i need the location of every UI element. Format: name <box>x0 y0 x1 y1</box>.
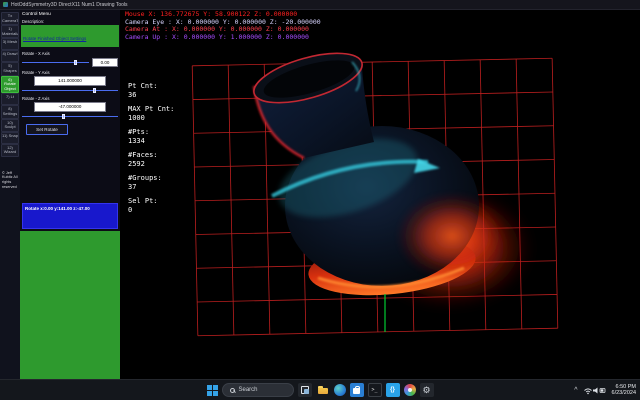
stat-label: Pt Cnt: <box>128 82 174 91</box>
scene-canvas <box>120 10 640 379</box>
tool-rail: Tx CameraTicket1) Materialize3) Mesh4) D… <box>0 10 20 379</box>
rail-item-1-materialize[interactable]: 1) Materialize <box>1 25 19 38</box>
rail-item-6-rotate-object[interactable]: 6) Rotate Object <box>1 76 19 94</box>
taskbar-task-view[interactable] <box>298 383 312 397</box>
control-panel: Control Menu Description: Rotate Finishe… <box>20 10 120 379</box>
stat-item: MAX Pt Cnt:1000 <box>128 105 174 123</box>
stat-label: MAX Pt Cnt: <box>128 105 174 114</box>
rotate-z-label: Rotate - Z Axis <box>20 94 120 101</box>
stat-item: Pt Cnt:36 <box>128 82 174 100</box>
model-stats: Pt Cnt:36 MAX Pt Cnt:1000 #Pts:1334 #Faces:… <box>128 82 174 220</box>
tray-status-icons[interactable] <box>583 385 607 395</box>
titlebar: HotOddSymmetry3D DirectX11 Num1 Drawing … <box>0 0 640 10</box>
stat-value: 1000 <box>128 114 174 123</box>
description-link[interactable]: Rotate Finished Object Settings <box>23 36 86 41</box>
stat-value: 37 <box>128 183 174 192</box>
stat-value: 2592 <box>128 160 174 169</box>
rail-item-4-draw[interactable]: 4) Draw! <box>1 50 19 62</box>
sidebar: Tx CameraTicket1) Materialize3) Mesh4) D… <box>0 10 120 379</box>
taskbar-settings[interactable]: ⚙ <box>420 383 434 397</box>
stat-item: Sel Pt:0 <box>128 197 174 215</box>
camera-up-label: Camera Up : <box>125 33 168 41</box>
hidden-icons-chevron[interactable]: ^ <box>574 387 577 394</box>
stat-item: #Pts:1334 <box>128 128 174 146</box>
rail-item-11-snap[interactable]: 11) Snap <box>1 132 19 144</box>
description-label: Description: <box>20 18 120 24</box>
wifi-icon <box>587 393 589 395</box>
panel-green-area <box>20 231 120 379</box>
taskbar-search[interactable]: Search <box>222 383 294 397</box>
set-rotate-button[interactable]: Set Rotate <box>26 124 68 135</box>
taskbar-edge[interactable] <box>334 384 346 396</box>
volume-icon <box>593 388 598 394</box>
rotate-y-slider[interactable] <box>22 88 118 93</box>
rail-item-7-lt[interactable]: 7) Lt <box>1 93 19 105</box>
rotate-z-value[interactable]: -47.000000 <box>34 102 106 112</box>
taskbar-clock[interactable]: 6:50 PM 6/23/2024 <box>612 384 636 397</box>
stat-value: 1334 <box>128 137 174 146</box>
rail-item-12-wizard[interactable]: 12) Wizard <box>1 144 19 157</box>
rotate-y-label: Rotate - Y Axis <box>20 68 120 75</box>
taskbar-code[interactable]: {} <box>386 383 400 397</box>
taskbar-photos[interactable] <box>404 384 416 396</box>
system-tray: ^ 6:50 PM 6/23/2024 <box>574 380 636 400</box>
camera-up-coords: X: 0.000000 Y: 1.000000 Z: 0.000000 <box>172 33 309 41</box>
viewport-3d[interactable]: Mouse X: 136.772675 Y: 58.900122 Z: 0.00… <box>120 10 640 379</box>
rotate-x-slider[interactable] <box>22 60 89 65</box>
taskbar: Search >_ {} ⚙ ^ 6:50 PM 6/23/2024 <box>0 379 640 400</box>
start-button[interactable] <box>207 385 218 396</box>
clock-date: 6/23/2024 <box>612 390 636 397</box>
stat-value: 0 <box>128 206 174 215</box>
search-label: Search <box>239 387 258 393</box>
stat-label: #Faces: <box>128 151 174 160</box>
rail-item-5-shapes[interactable]: 5) Shapes <box>1 62 19 75</box>
description-box: Rotate Finished Object Settings <box>21 25 119 47</box>
control-menu-title: Control Menu <box>20 10 120 18</box>
rail-item-tx-cameraticket[interactable]: Tx CameraTicket <box>1 12 19 25</box>
stat-item: #Groups:37 <box>128 174 174 192</box>
rotate-x-label: Rotate - X Axis <box>20 49 120 56</box>
search-icon <box>230 388 235 393</box>
window-title: HotOddSymmetry3D DirectX11 Num1 Drawing … <box>11 2 128 8</box>
rotate-status-box: Rotate x:0.00 y:141.00 z:-47.00 <box>22 203 118 229</box>
app-window: HotOddSymmetry3D DirectX11 Num1 Drawing … <box>0 0 640 400</box>
stat-item: #Faces:2592 <box>128 151 174 169</box>
taskbar-store[interactable] <box>350 383 364 397</box>
rail-item-3-mesh[interactable]: 3) Mesh <box>1 38 19 50</box>
rail-item-10-sculpt[interactable]: 10) Sculpt <box>1 119 19 132</box>
rotate-y-value[interactable]: 141.000000 <box>34 76 106 86</box>
copyright-text: © Jeff Kubitz All rights reserved <box>1 171 19 189</box>
rail-item-8-settings[interactable]: 8) Settings <box>1 105 19 118</box>
hud-readout: Mouse X: 136.772675 Y: 58.900122 Z: 0.00… <box>125 11 321 41</box>
stat-label: #Pts: <box>128 128 174 137</box>
model-object <box>249 43 532 308</box>
taskbar-file-explorer[interactable] <box>316 383 330 397</box>
stat-label: #Groups: <box>128 174 174 183</box>
stat-label: Sel Pt: <box>128 197 174 206</box>
taskbar-terminal[interactable]: >_ <box>368 383 382 397</box>
stat-value: 36 <box>128 91 174 100</box>
panel-spacer <box>20 135 120 203</box>
rotate-x-value[interactable]: 0.00 <box>92 58 118 67</box>
rotate-z-slider[interactable] <box>22 114 118 119</box>
app-logo-icon <box>3 2 8 7</box>
